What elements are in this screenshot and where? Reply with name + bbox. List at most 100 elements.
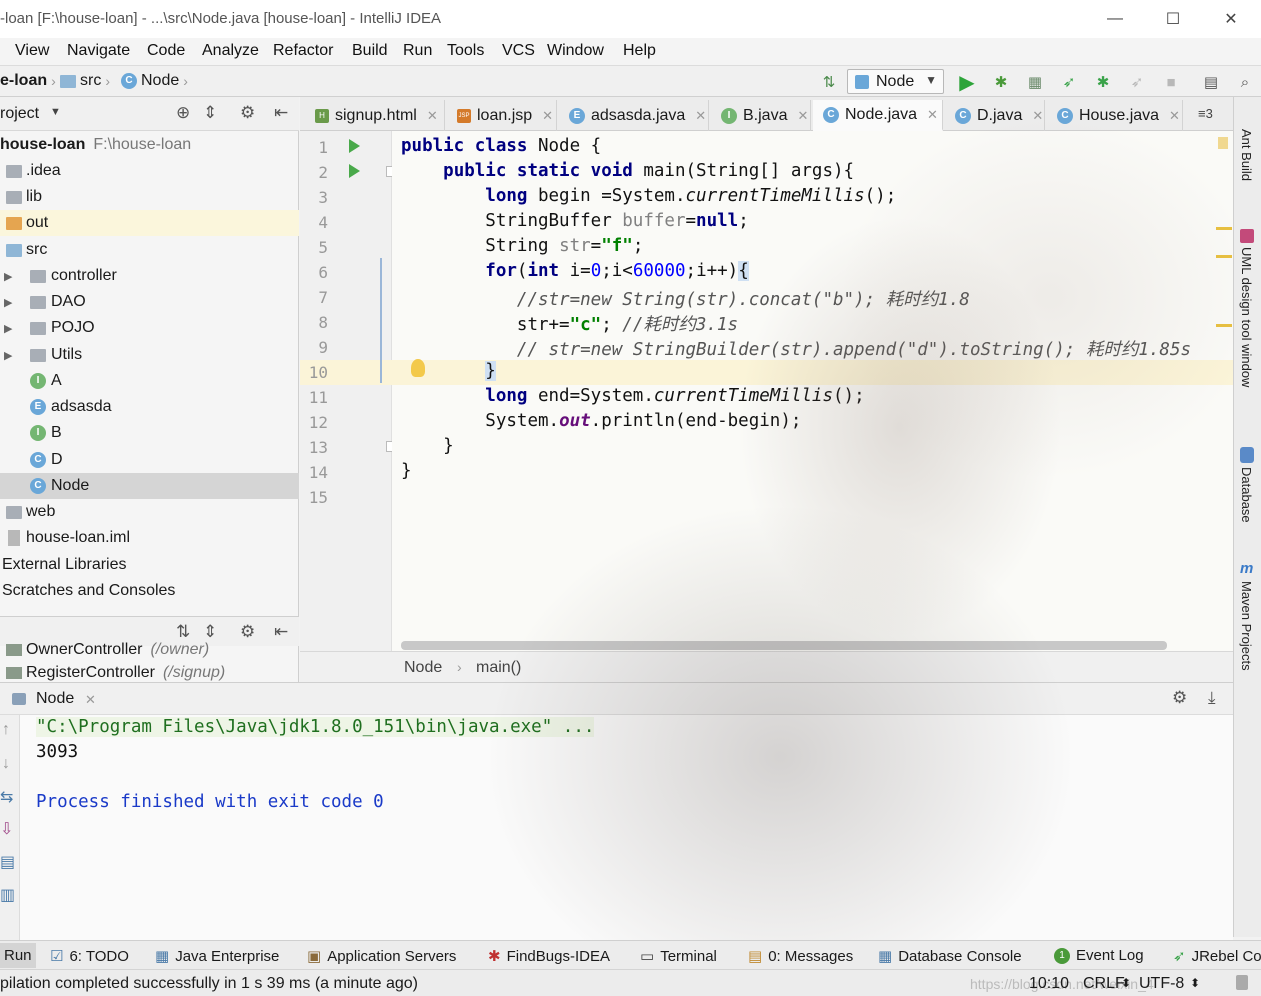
tab-b-java[interactable]: I B.java ✕ xyxy=(711,100,811,131)
horizontal-scrollbar[interactable] xyxy=(401,641,1167,650)
close-icon[interactable]: ✕ xyxy=(85,692,96,708)
line-separator[interactable]: CRLF xyxy=(1083,975,1125,993)
coverage-icon[interactable]: ▦ xyxy=(1024,71,1046,93)
gear-icon[interactable]: ⚙ xyxy=(1172,688,1187,708)
hide-icon[interactable]: ⇤ xyxy=(274,103,288,123)
tree-item-b[interactable]: I B xyxy=(0,420,299,446)
arrow-up-icon[interactable]: ↑ xyxy=(2,721,10,739)
tree-item-lib[interactable]: lib xyxy=(0,184,299,210)
print-icon[interactable]: ▤ xyxy=(0,852,15,872)
tool-tab-event-log[interactable]: 1 Event Log xyxy=(1054,947,1144,964)
tree-item-utils[interactable]: ▶ Utils xyxy=(0,342,299,368)
tree-item-scratches[interactable]: Scratches and Consoles xyxy=(0,578,299,604)
ant-build-tool[interactable]: Ant Build xyxy=(1239,129,1254,181)
tab-signup-html[interactable]: H signup.html ✕ xyxy=(305,100,445,131)
menu-build[interactable]: Build xyxy=(352,42,388,60)
tree-item-src[interactable]: src xyxy=(0,237,299,263)
tab-loan-jsp[interactable]: JSP loan.jsp ✕ xyxy=(447,100,557,131)
close-icon[interactable]: ✕ xyxy=(542,108,553,124)
project-structure-icon[interactable]: ▤ xyxy=(1200,71,1222,93)
tree-item-pojo[interactable]: ▶ POJO xyxy=(0,315,299,341)
close-icon[interactable]: ✕ xyxy=(1032,108,1043,124)
lock-icon[interactable] xyxy=(1236,975,1248,990)
menu-run[interactable]: Run xyxy=(403,42,432,60)
menu-analyze[interactable]: Analyze xyxy=(202,42,259,60)
file-encoding[interactable]: UTF-8 xyxy=(1139,975,1184,993)
breadcrumb-class[interactable]: Node xyxy=(404,659,442,677)
chevron-right-icon[interactable]: ▶ xyxy=(4,296,12,309)
tree-item-d[interactable]: C D xyxy=(0,447,299,473)
breadcrumb-node[interactable]: C Node › xyxy=(121,72,188,90)
run-config-select[interactable]: Node ▼ xyxy=(847,69,944,94)
run-tab-label[interactable]: Node xyxy=(36,690,74,708)
menu-view[interactable]: View xyxy=(15,42,49,60)
jrebel-debug-icon[interactable]: ✱ xyxy=(1092,71,1114,93)
maven-tool[interactable]: Maven Projects xyxy=(1239,581,1254,671)
tool-tab-database-console[interactable]: ▦ Database Console xyxy=(878,947,1022,966)
tree-item-controller[interactable]: ▶ controller xyxy=(0,263,299,289)
trash-icon[interactable]: ▥ xyxy=(0,885,15,905)
tree-item-adsasda[interactable]: E adsasda xyxy=(0,394,299,420)
menu-vcs[interactable]: VCS xyxy=(502,42,535,60)
run-gutter-icon[interactable] xyxy=(349,164,360,178)
chevron-down-icon[interactable]: ▼ xyxy=(50,106,61,118)
chevron-right-icon[interactable]: ▶ xyxy=(4,349,12,362)
close-icon[interactable]: ✕ xyxy=(797,108,808,124)
gear-icon[interactable]: ⚙ xyxy=(240,103,255,123)
project-view-title[interactable]: roject xyxy=(0,105,39,123)
lightbulb-icon[interactable] xyxy=(411,359,425,377)
structure-item-owner[interactable]: OwnerController (/owner) xyxy=(0,639,299,661)
breadcrumb-project[interactable]: e-loan › xyxy=(0,72,56,90)
wrap-icon[interactable]: ⇆ xyxy=(0,787,13,807)
caret-position[interactable]: 10:10 xyxy=(1029,975,1069,993)
hide-icon[interactable]: ⤓ xyxy=(1208,688,1216,708)
tree-item-root[interactable]: house-loan F:\house-loan xyxy=(0,132,299,158)
tool-tab-findbugs[interactable]: ✱ FindBugs-IDEA xyxy=(488,947,610,966)
debug-icon[interactable]: ✱ xyxy=(990,71,1012,93)
scroll-end-icon[interactable]: ⇩ xyxy=(0,819,13,839)
tree-item-node[interactable]: C Node xyxy=(0,473,299,499)
tree-item-dao[interactable]: ▶ DAO xyxy=(0,289,299,315)
chevron-right-icon[interactable]: ▶ xyxy=(4,322,12,335)
stop-icon[interactable]: ■ xyxy=(1160,71,1182,93)
search-icon[interactable]: ⌕ xyxy=(1234,71,1256,93)
menu-code[interactable]: Code xyxy=(147,42,185,60)
chevron-right-icon[interactable]: ▶ xyxy=(4,270,12,283)
menu-tools[interactable]: Tools xyxy=(447,42,484,60)
structure-item-register[interactable]: RegisterController (/signup) xyxy=(0,663,299,682)
build-icon[interactable]: ➶ xyxy=(1126,71,1148,93)
close-icon[interactable]: ✕ xyxy=(695,108,706,124)
menu-window[interactable]: Window xyxy=(547,42,604,60)
tool-tab-java-enterprise[interactable]: ▦ Java Enterprise xyxy=(155,947,279,966)
warning-stripe[interactable] xyxy=(1216,227,1232,230)
uml-tool[interactable]: UML design tool window xyxy=(1239,247,1254,387)
tool-tab-jrebel[interactable]: ➶ JRebel Co xyxy=(1173,947,1261,966)
warning-stripe[interactable] xyxy=(1216,324,1232,327)
database-tool[interactable]: Database xyxy=(1239,467,1254,523)
tool-tab-messages[interactable]: ▤ 0: Messages xyxy=(748,947,853,966)
tree-item-idea[interactable]: .idea xyxy=(0,158,299,184)
minimize-button[interactable]: — xyxy=(1086,0,1144,38)
tree-item-external-libraries[interactable]: External Libraries xyxy=(0,552,299,578)
close-icon[interactable]: ✕ xyxy=(927,107,938,123)
arrow-down-icon[interactable]: ↓ xyxy=(2,755,10,773)
tabs-overflow-button[interactable]: ≡3 xyxy=(1198,106,1213,121)
locate-icon[interactable]: ⊕ xyxy=(176,103,190,123)
tab-d-java[interactable]: C D.java ✕ xyxy=(945,100,1045,131)
warning-stripe[interactable] xyxy=(1216,255,1232,258)
tool-tab-run[interactable]: Run xyxy=(0,943,36,968)
tree-item-a[interactable]: I A xyxy=(0,368,299,394)
menu-refactor[interactable]: Refactor xyxy=(273,42,333,60)
close-icon[interactable]: ✕ xyxy=(1169,108,1180,124)
code-editor[interactable]: public class Node { public static void m… xyxy=(392,131,1233,651)
menu-help[interactable]: Help xyxy=(623,42,656,60)
tool-tab-terminal[interactable]: ▭ Terminal xyxy=(640,947,717,966)
tool-tab-todo[interactable]: ☑ 6: TODO xyxy=(50,947,129,966)
run-icon[interactable]: ▶ xyxy=(956,71,978,94)
tree-item-web[interactable]: web xyxy=(0,499,299,525)
tab-house-java[interactable]: C House.java ✕ xyxy=(1047,100,1183,131)
sort-icon[interactable]: ⇅ xyxy=(818,71,840,93)
tab-adsasda-java[interactable]: E adsasda.java ✕ xyxy=(559,100,709,131)
collapse-icon[interactable]: ⇕ xyxy=(203,103,217,123)
tool-tab-app-servers[interactable]: ▣ Application Servers xyxy=(307,947,456,966)
